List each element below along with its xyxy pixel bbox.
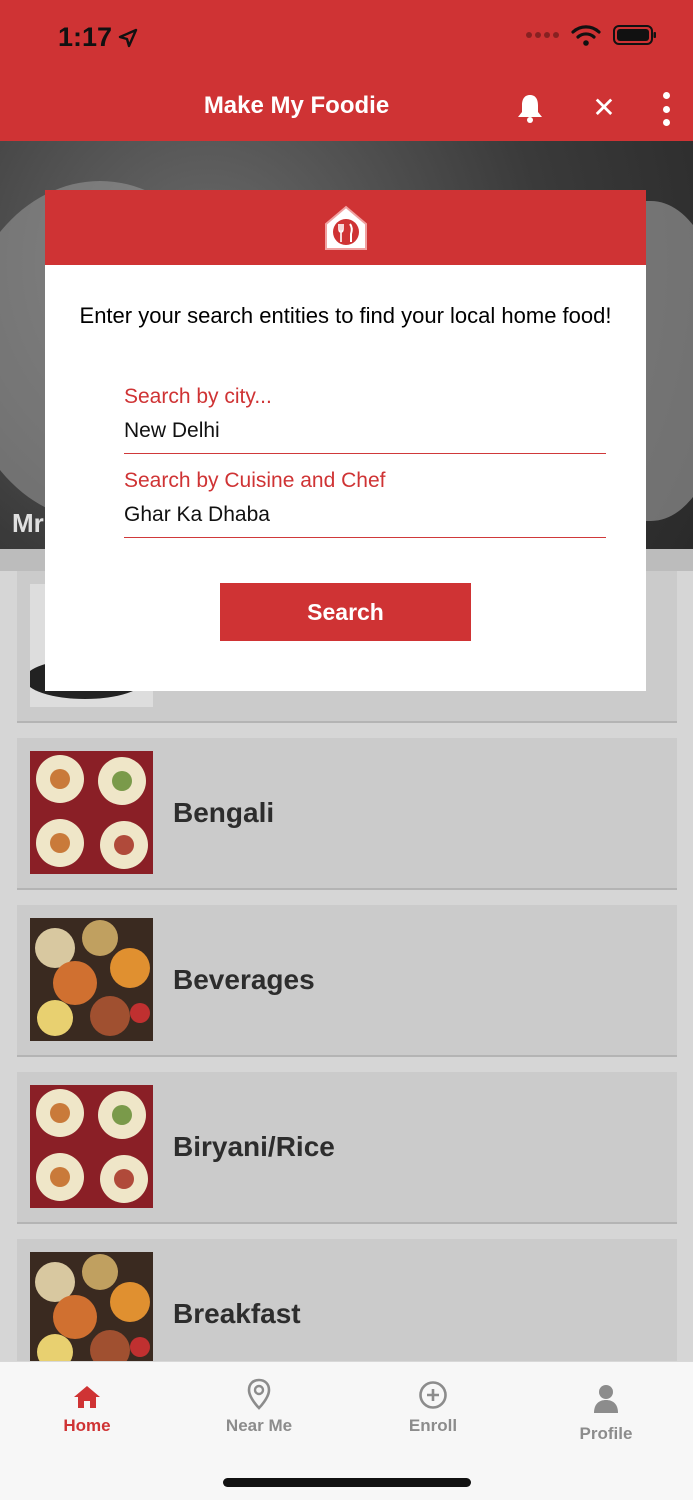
home-icon: [74, 1386, 100, 1408]
category-thumbnail: [30, 1252, 153, 1375]
category-label: Beverages: [173, 964, 315, 995]
category-thumbnail: [30, 1085, 153, 1208]
location-arrow-icon: [118, 28, 138, 47]
top-app-bar: 1:17 Make My Foodie ✕: [0, 0, 693, 141]
app-title: Make My Foodie: [203, 92, 390, 119]
plus-circle-icon: [419, 1381, 447, 1409]
wifi-icon: [571, 25, 601, 46]
category-label: Breakfast: [173, 1298, 301, 1329]
person-icon: [594, 1385, 618, 1413]
cuisine-chef-input[interactable]: [124, 503, 606, 537]
home-food-logo-icon: [324, 205, 367, 250]
search-button[interactable]: Search: [220, 583, 471, 641]
search-modal: Enter your search entities to find your …: [45, 190, 646, 691]
modal-message: Enter your search entities to find your …: [79, 303, 612, 328]
category-thumbnail: [30, 751, 153, 874]
close-icon[interactable]: ✕: [590, 94, 618, 122]
status-icons: [526, 24, 657, 46]
tab-profile-label: Profile: [579, 1424, 633, 1443]
modal-header: [45, 190, 646, 265]
banner-text: Mr: [12, 508, 44, 538]
city-field[interactable]: Search by city...: [124, 385, 606, 454]
tab-home[interactable]: Home: [27, 1378, 147, 1436]
city-field-label: Search by city...: [124, 385, 272, 408]
tab-enroll[interactable]: Enroll: [373, 1378, 493, 1436]
category-list: Bengali Beverages Biryani/Rice Breakfast: [17, 571, 677, 1406]
battery-icon: [613, 25, 656, 45]
status-time: 1:17: [58, 22, 138, 53]
more-options-icon[interactable]: [660, 92, 672, 126]
tab-home-label: Home: [63, 1416, 111, 1435]
status-time-text: 1:17: [58, 22, 113, 52]
tab-near-me[interactable]: Near Me: [199, 1378, 319, 1436]
cuisine-chef-field-label: Search by Cuisine and Chef: [124, 469, 386, 492]
cuisine-chef-field[interactable]: Search by Cuisine and Chef: [124, 469, 606, 538]
category-card[interactable]: Beverages: [17, 905, 677, 1057]
category-label: Biryani/Rice: [173, 1131, 335, 1162]
home-indicator: [223, 1478, 471, 1487]
tab-enroll-label: Enroll: [408, 1416, 458, 1435]
bell-icon[interactable]: [514, 92, 546, 124]
city-input[interactable]: [124, 419, 606, 453]
category-thumbnail: [30, 918, 153, 1041]
location-pin-icon: [247, 1378, 271, 1410]
tab-near-me-label: Near Me: [225, 1416, 293, 1435]
category-label: Bengali: [173, 797, 275, 828]
category-card[interactable]: Bengali: [17, 738, 677, 890]
category-card[interactable]: Biryani/Rice: [17, 1072, 677, 1224]
cellular-signal-icon: [526, 32, 559, 38]
tab-profile[interactable]: Profile: [546, 1378, 666, 1444]
